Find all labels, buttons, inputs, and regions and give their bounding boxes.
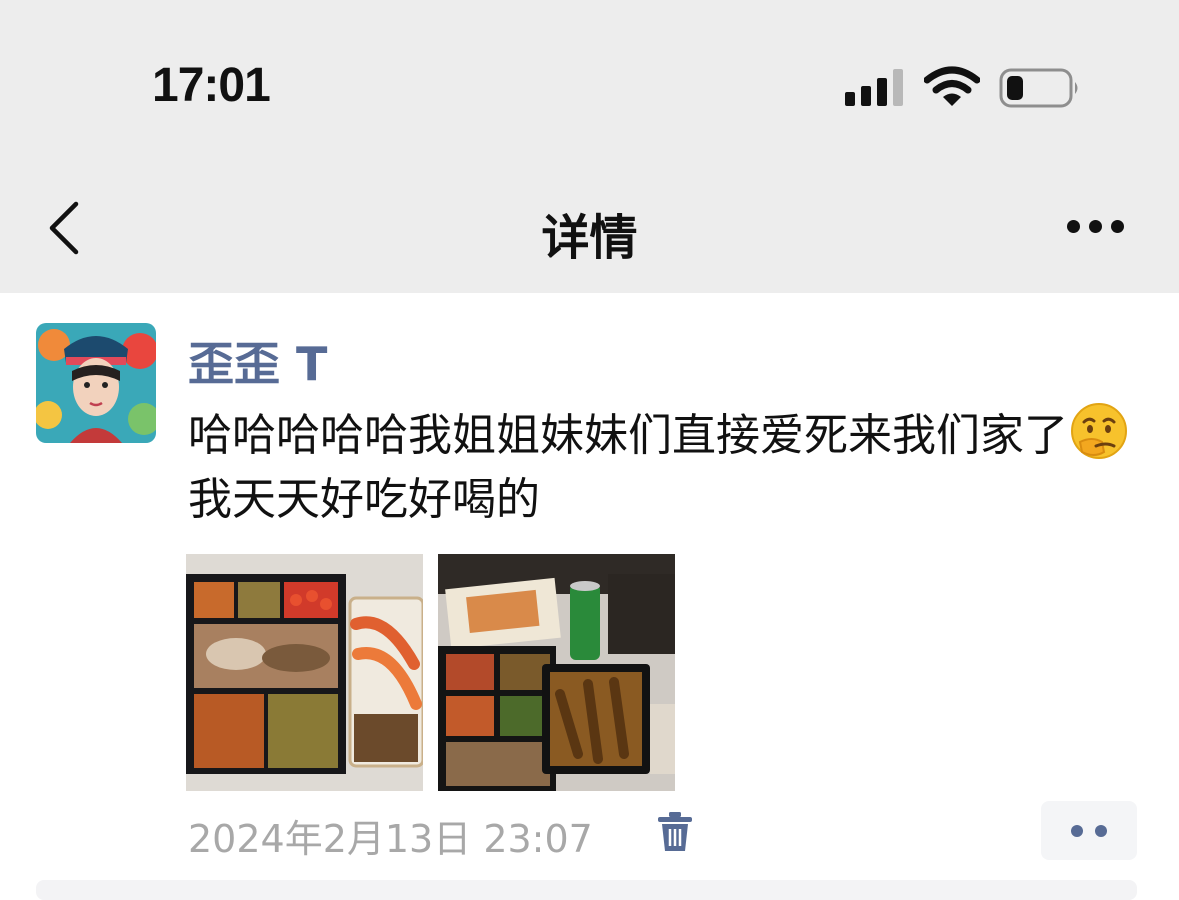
cellular-signal-icon (845, 68, 905, 106)
trash-icon[interactable] (656, 811, 694, 853)
like-comment-button[interactable] (1041, 801, 1137, 860)
two-dots-icon (1071, 825, 1083, 837)
status-time: 17:01 (152, 59, 271, 112)
two-dots-icon (1095, 825, 1107, 837)
page-title: 详情 (541, 210, 638, 266)
post-image-2[interactable] (438, 554, 675, 791)
more-horizontal-icon[interactable] (1067, 220, 1125, 234)
header-area: 17:01 详情 (0, 0, 1179, 293)
battery-low-icon (999, 68, 1078, 108)
post-timestamp: 2024年2月13日 23:07 (188, 817, 593, 861)
comment-area (36, 880, 1137, 900)
post-text-part1: 哈哈哈哈哈我姐姐妹妹们直接爱死来我们家了 (188, 410, 1068, 461)
wifi-icon (924, 66, 980, 106)
post-text-part2: 我天天好吃好喝的 (188, 474, 540, 525)
thinking-face-emoji-icon (1071, 403, 1127, 459)
post-text: 哈哈哈哈哈我姐姐妹妹们直接爱死来我们家了 我天天好吃好喝的 (188, 402, 1148, 532)
post-author[interactable]: 歪歪 T (188, 328, 327, 394)
post-image-1[interactable] (186, 554, 423, 791)
avatar[interactable] (36, 323, 156, 443)
